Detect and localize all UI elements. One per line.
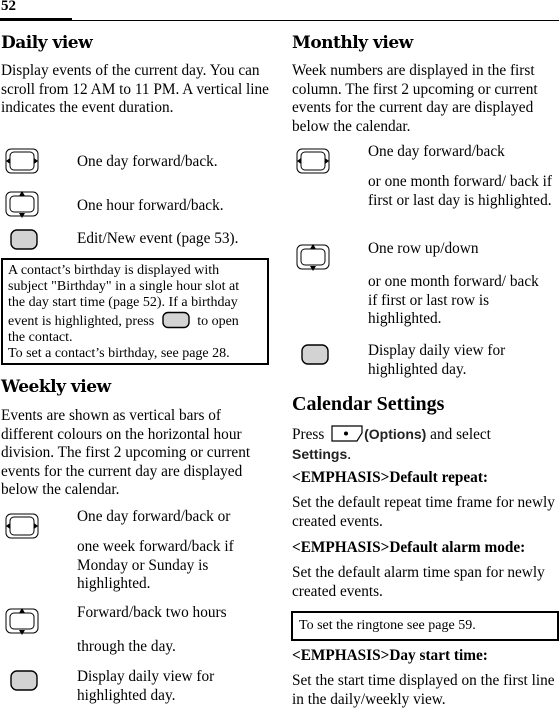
birthday-note: A contact’s birthday is displayed with s… xyxy=(1,258,269,365)
page-number: 52 xyxy=(1,0,16,14)
weekly-key-row-up-down: Forward/back two hours through the day. xyxy=(0,604,272,660)
monthly-key-text: Display daily view for highlighted day. xyxy=(368,342,506,378)
ringtone-note: To set the ringtone see page 59. xyxy=(291,611,559,641)
weekly-key-text: One day forward/back or xyxy=(77,508,231,525)
note-line: the contact. xyxy=(8,330,73,345)
weekly-view-title: Weekly view xyxy=(1,377,111,397)
nav-up-down-icon xyxy=(296,243,330,272)
weekly-key-text: one week forward/back if Monday or Sunda… xyxy=(77,538,234,592)
press-text: Press xyxy=(292,426,325,443)
settings-instructions: Press (Options) and select Settings. xyxy=(292,424,558,464)
select-key-icon xyxy=(10,670,38,691)
default-repeat-heading: <EMPHASIS>Default repeat: xyxy=(292,469,489,486)
note-line: A contact’s birthday is displayed with xyxy=(8,263,220,278)
daily-view-description: Display events of the current day. You c… xyxy=(1,62,269,116)
monthly-view-title: Monthly view xyxy=(292,33,413,53)
note-line: event is highlighted, press to open xyxy=(8,311,262,330)
daily-key-text: One hour forward/back. xyxy=(77,197,224,214)
note-line: the day start time (page 52). If a birth… xyxy=(8,295,238,310)
header-rule xyxy=(0,20,559,21)
nav-left-right-icon xyxy=(296,148,330,174)
note-text: event is highlighted, press xyxy=(8,314,155,329)
options-label: (Options) xyxy=(364,426,427,442)
nav-left-right-icon xyxy=(5,513,39,539)
monthly-view-description: Week numbers are displayed in the first … xyxy=(292,62,538,135)
monthly-key-row-up-down: One row up/down or one month forward/ ba… xyxy=(291,240,559,335)
weekly-key-row-left-right: One day forward/back or one week forward… xyxy=(0,508,272,598)
weekly-key-row-select: Display daily view for highlighted day. xyxy=(0,668,272,708)
select-key-icon xyxy=(10,229,38,250)
note-text: to open xyxy=(197,314,239,329)
monthly-key-row-select: Display daily view for highlighted day. xyxy=(291,342,559,382)
monthly-key-row-left-right: One day forward/back or one month forwar… xyxy=(291,143,559,233)
daily-view-title: Daily view xyxy=(1,33,93,53)
default-alarm-text: Set the default alarm time span for newl… xyxy=(292,564,545,600)
note-line: To set a contact’s birthday, see page 28… xyxy=(8,346,230,361)
daily-key-text: One day forward/back. xyxy=(77,153,218,170)
period: . xyxy=(347,445,352,463)
daily-key-row-left-right: One day forward/back. xyxy=(0,147,272,177)
options-softkey-icon xyxy=(331,425,363,442)
monthly-key-text: or one month forward/ back if first or l… xyxy=(368,273,539,327)
nav-up-down-icon xyxy=(5,190,39,219)
select-key-icon xyxy=(301,344,329,365)
default-repeat-text: Set the default repeat time frame for ne… xyxy=(292,494,555,530)
monthly-key-text: One row up/down xyxy=(368,240,479,257)
nav-up-down-icon xyxy=(5,607,39,636)
press-text: and select xyxy=(426,426,491,443)
nav-left-right-icon xyxy=(5,148,39,174)
weekly-key-text: Forward/back two hours xyxy=(77,604,227,621)
weekly-key-text: through the day. xyxy=(77,638,176,655)
day-start-heading: <EMPHASIS>Day start time: xyxy=(292,647,488,664)
monthly-key-text: One day forward/back xyxy=(368,143,505,160)
calendar-settings-title: Calendar Settings xyxy=(292,393,445,415)
daily-key-text: Edit/New event (page 53). xyxy=(77,230,239,247)
select-key-icon xyxy=(162,311,190,329)
day-start-text: Set the start time displayed on the firs… xyxy=(292,672,555,708)
settings-label: Settings xyxy=(292,445,348,462)
monthly-key-text: or one month forward/ back if first or l… xyxy=(368,173,552,209)
weekly-view-description: Events are shown as vertical bars of dif… xyxy=(1,407,251,498)
daily-key-row-up-down: One hour forward/back. xyxy=(0,189,272,221)
weekly-key-text: Display daily view for highlighted day. xyxy=(77,668,215,704)
note-line: subject "Birthday" in a single hour slot… xyxy=(8,279,240,294)
daily-key-row-select: Edit/New event (page 53). xyxy=(0,227,272,253)
default-alarm-heading: <EMPHASIS>Default alarm mode: xyxy=(292,539,526,556)
